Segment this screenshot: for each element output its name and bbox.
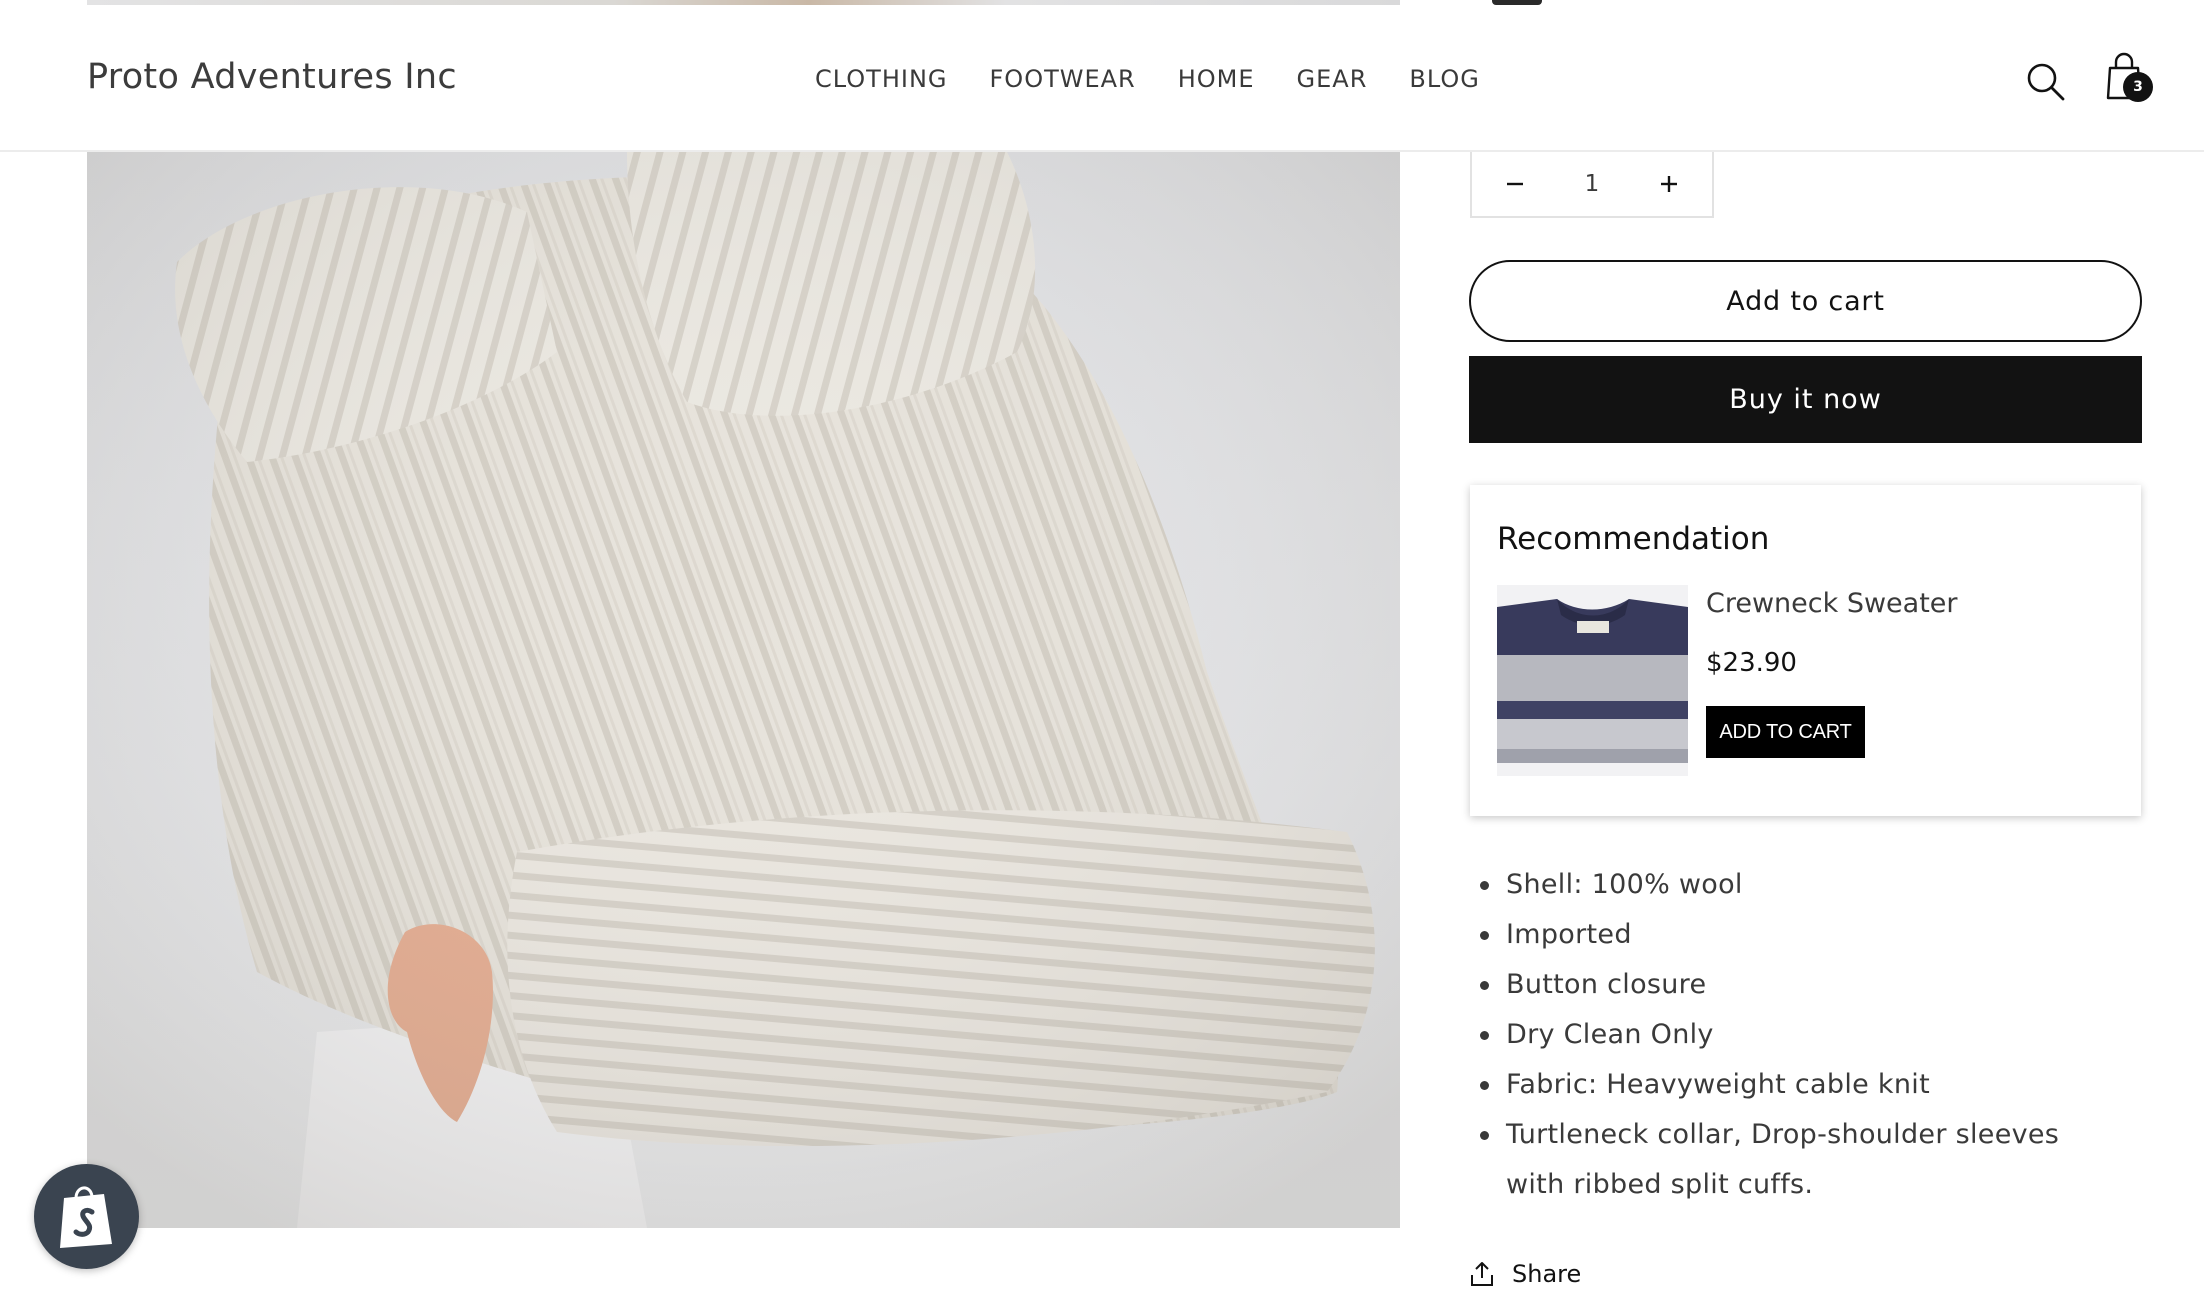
sweater-photo xyxy=(87,152,1400,1228)
add-to-cart-button[interactable]: Add to cart xyxy=(1469,260,2142,342)
list-item: Shell: 100% wool xyxy=(1478,860,2178,910)
buy-it-now-button[interactable]: Buy it now xyxy=(1469,356,2142,443)
main-nav: CLOTHING FOOTWEAR HOME GEAR BLOG xyxy=(815,65,1480,93)
recommended-product-price: $23.90 xyxy=(1706,648,1797,678)
list-item: Turtleneck collar, Drop-shoulder sleeves… xyxy=(1478,1110,2098,1210)
nav-item-blog[interactable]: BLOG xyxy=(1409,65,1479,93)
share-label: Share xyxy=(1512,1260,1582,1288)
site-header: Proto Adventures Inc CLOTHING FOOTWEAR H… xyxy=(0,5,2204,152)
quantity-increase-button[interactable] xyxy=(1652,167,1686,201)
list-item: Button closure xyxy=(1478,960,2178,1010)
shopify-chat-button[interactable] xyxy=(34,1164,139,1269)
nav-item-gear[interactable]: GEAR xyxy=(1297,65,1368,93)
striped-sweater-thumbnail xyxy=(1497,585,1688,776)
minus-icon xyxy=(1507,182,1523,186)
recommendation-card: Recommendation Crewneck Sweater $23.90 A… xyxy=(1470,485,2141,816)
recommended-product-image[interactable] xyxy=(1497,585,1688,776)
list-item: Imported xyxy=(1478,910,2178,960)
share-icon xyxy=(1471,1262,1493,1286)
nav-item-home[interactable]: HOME xyxy=(1178,65,1255,93)
list-item: Dry Clean Only xyxy=(1478,1010,2178,1060)
recommendation-title: Recommendation xyxy=(1497,521,1770,557)
nav-item-clothing[interactable]: CLOTHING xyxy=(815,65,948,93)
plus-icon xyxy=(1661,176,1677,192)
product-features-list: Shell: 100% wool Imported Button closure… xyxy=(1478,860,2178,1210)
recommendation-add-to-cart-button[interactable]: ADD TO CART xyxy=(1706,706,1865,758)
quantity-input[interactable]: 1 xyxy=(1562,171,1622,197)
cart-count-badge: 3 xyxy=(2123,72,2153,102)
shopify-bag-icon xyxy=(59,1186,112,1248)
search-icon[interactable] xyxy=(2024,60,2068,104)
product-image[interactable] xyxy=(87,152,1400,1228)
share-button[interactable]: Share xyxy=(1470,1260,1581,1288)
store-logo[interactable]: Proto Adventures Inc xyxy=(87,57,457,97)
list-item: Fabric: Heavyweight cable knit xyxy=(1478,1060,2178,1110)
recommended-product-name[interactable]: Crewneck Sweater xyxy=(1706,588,1958,619)
nav-item-footwear[interactable]: FOOTWEAR xyxy=(990,65,1136,93)
quantity-stepper: 1 xyxy=(1470,152,1714,218)
quantity-decrease-button[interactable] xyxy=(1498,167,1532,201)
